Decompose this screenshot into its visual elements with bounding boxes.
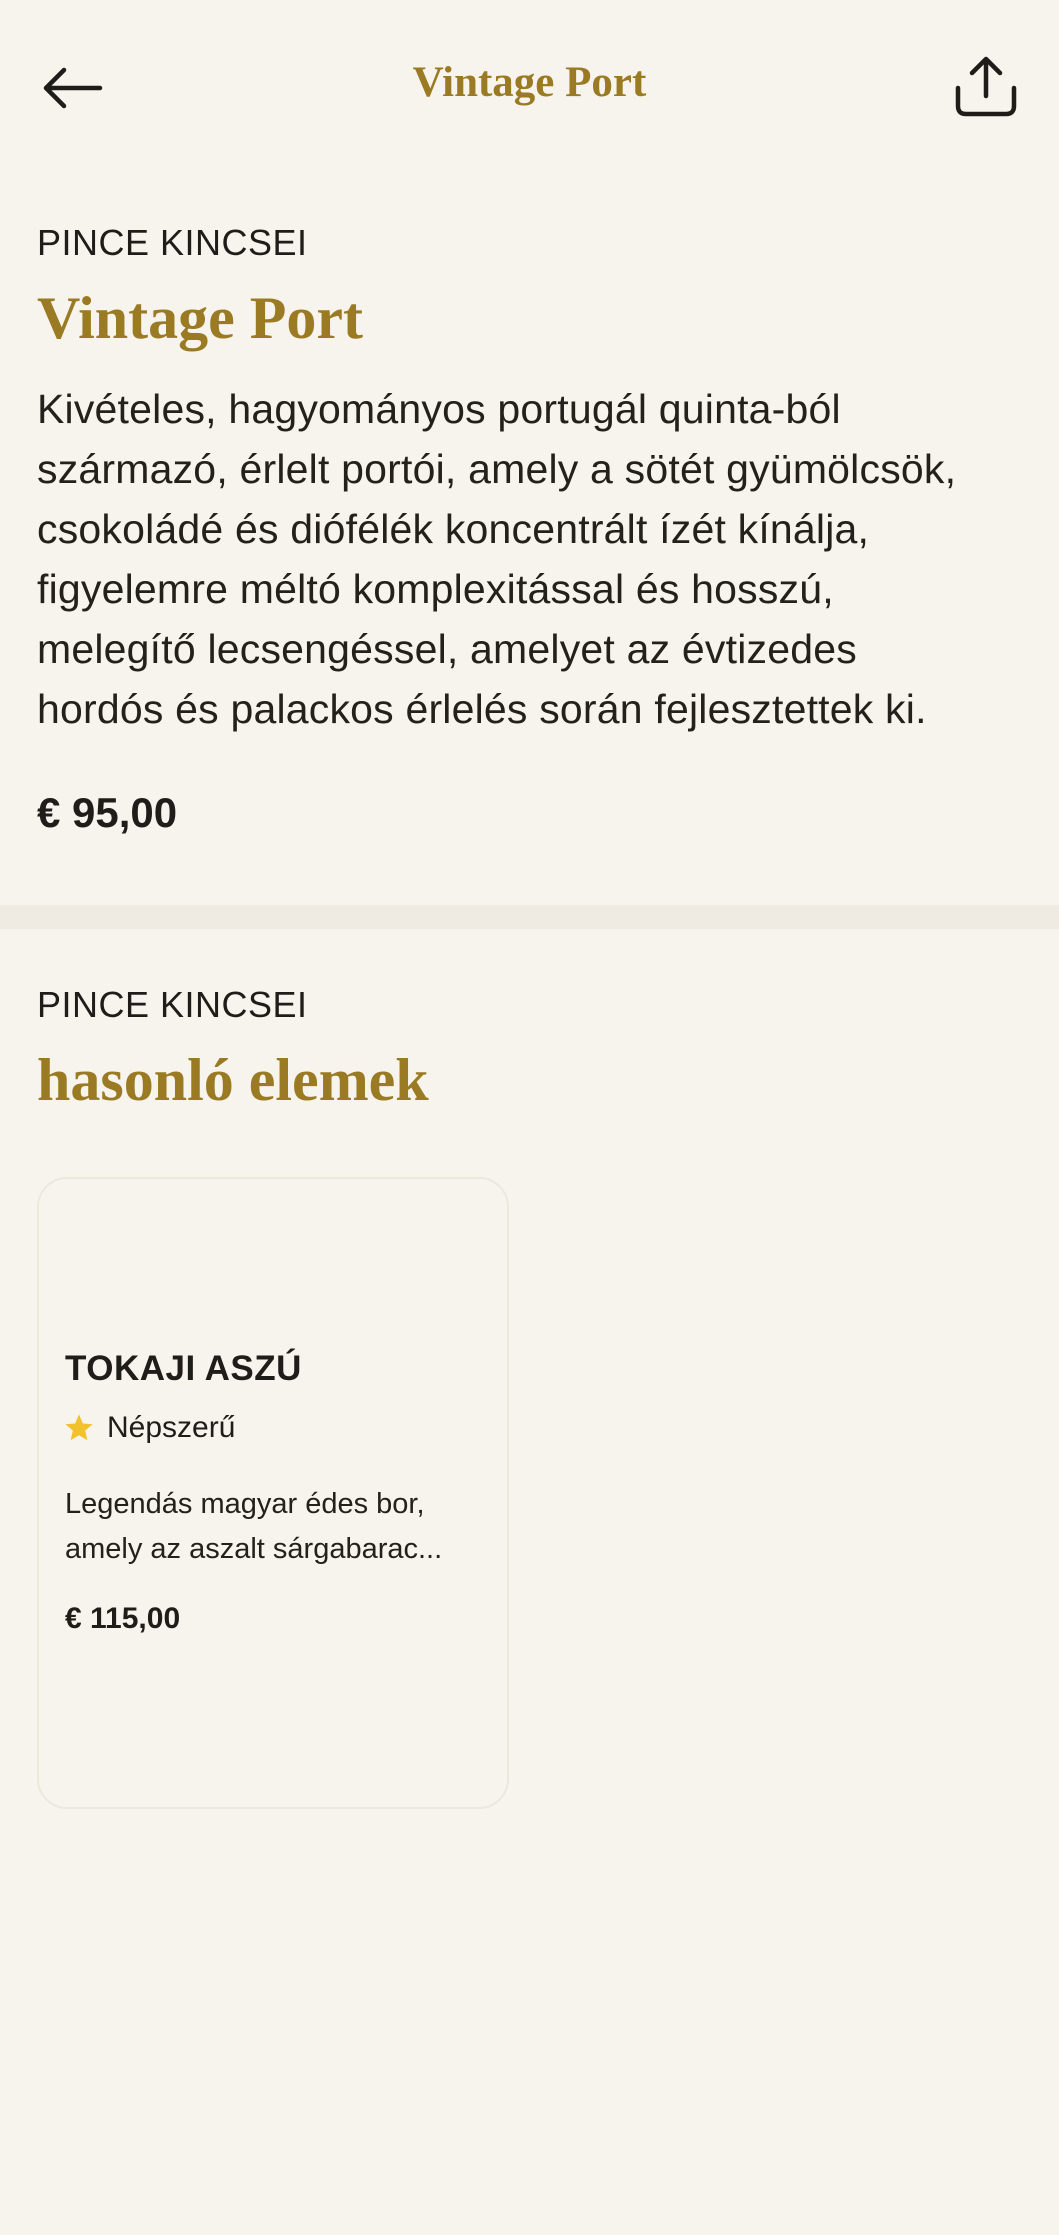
description-line: Kivételes, hagyományos portugál quinta-b… [37,386,841,432]
popular-badge: Népszerű [63,1411,235,1445]
description-line: amely az aszalt sárgabarac... [65,1533,443,1565]
share-button[interactable] [946,46,1026,126]
description-line: Legendás magyar édes bor, [65,1488,425,1520]
similar-item-description: Legendás magyar édes bor, amely az aszal… [65,1482,495,1572]
section-divider [0,905,1059,929]
nav-title: Vintage Port [412,59,647,106]
description-line: melegítő lecsengéssel, amelyet az évtize… [37,626,857,672]
badge-label: Népszerű [107,1411,236,1444]
product-description: Kivételes, hagyományos portugál quinta-b… [37,379,1027,739]
product-name: Vintage Port [37,285,364,351]
arrow-left-icon [43,67,103,109]
description-line: származó, érlelt portói, amely a sötét g… [37,446,957,492]
product-category: PINCE KINCSEI [37,222,308,263]
description-line: figyelemre méltó komplexitással és hossz… [37,566,834,612]
description-line: hordós és palackos érlelés során fejlesz… [37,686,927,732]
top-navigation-bar: Vintage Port [0,0,1059,170]
back-button[interactable] [36,52,108,124]
similar-item-card[interactable]: TOKAJI ASZÚ Népszerű Legendás magyar éde… [37,1177,509,1809]
similar-title: hasonló elemek [37,1047,429,1113]
product-price: € 95,00 [37,789,178,836]
similar-category: PINCE KINCSEI [37,984,308,1025]
star-icon [65,1414,93,1441]
share-icon [955,56,1017,117]
similar-items-header: PINCE KINCSEI hasonló elemek [37,984,1027,1115]
product-details: PINCE KINCSEI Vintage Port Kivételes, ha… [37,222,1027,837]
description-line: csokoládé és diófélék koncentrált ízét k… [37,506,870,552]
similar-item-name: TOKAJI ASZÚ [65,1349,302,1388]
similar-item-price: € 115,00 [65,1602,181,1635]
